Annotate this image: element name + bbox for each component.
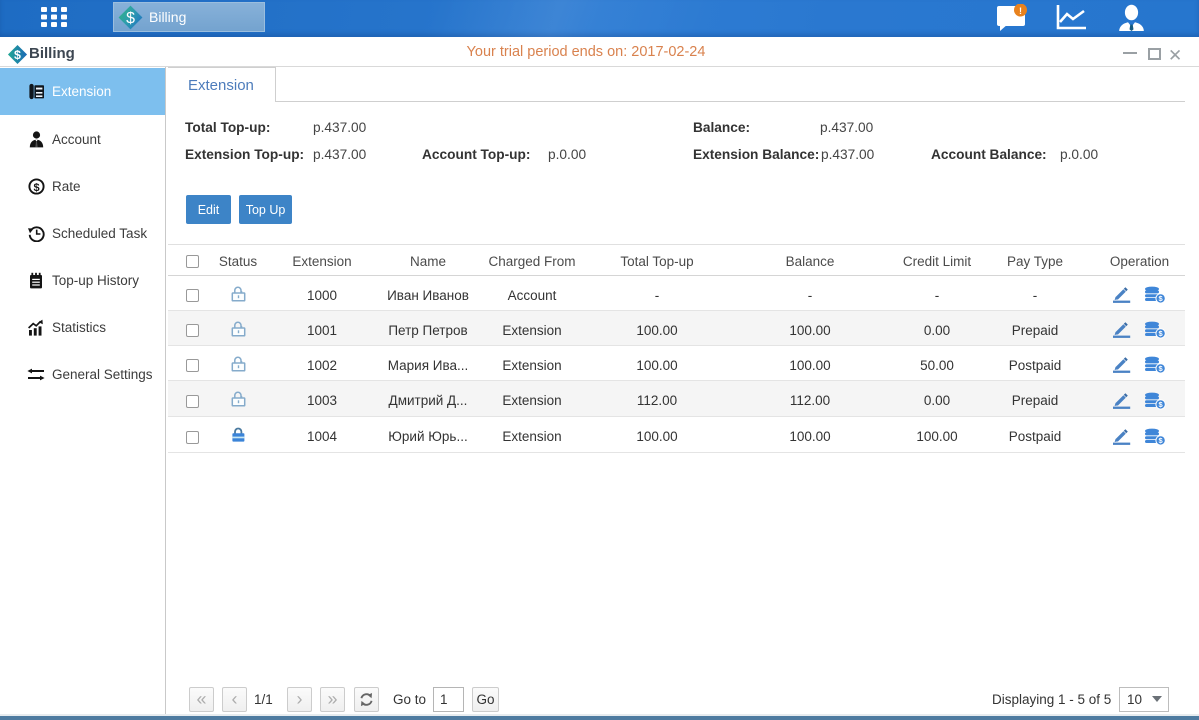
- svg-text:!: !: [1019, 6, 1022, 16]
- svg-text:$: $: [126, 10, 135, 27]
- svg-text:$: $: [33, 182, 39, 194]
